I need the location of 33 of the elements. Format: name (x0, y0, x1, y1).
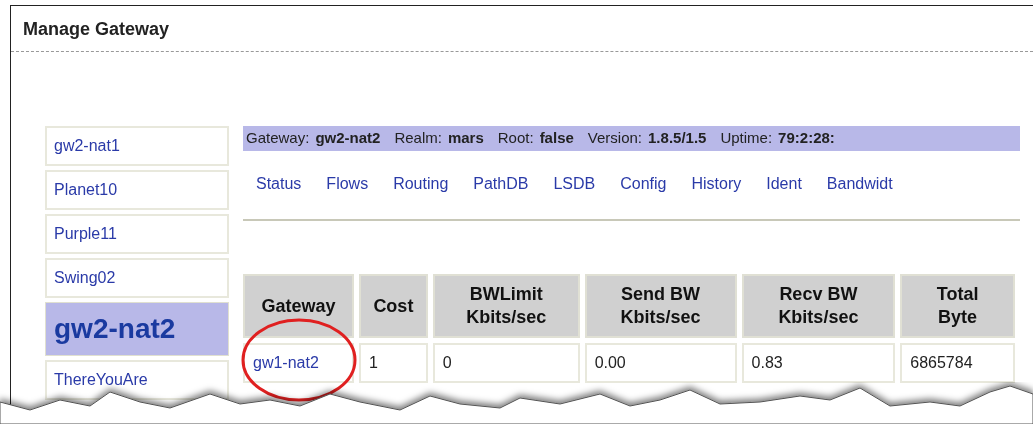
nav-link[interactable]: Routing (393, 172, 449, 196)
column-header: Recv BW Kbits/sec (741, 274, 896, 338)
info-field: Root: false (497, 127, 574, 150)
table-cell: 6865784 (900, 343, 1015, 383)
nav-link[interactable]: Flows (326, 172, 369, 196)
table-cell: 0 (432, 343, 580, 383)
info-field: Uptime: 79:2:28: (720, 127, 835, 150)
gateway-link[interactable]: Planet10 (45, 170, 229, 210)
column-header: Gateway (243, 274, 354, 338)
nav-link[interactable]: Bandwidt (826, 172, 893, 196)
nav-link[interactable]: Status (256, 172, 302, 196)
nav-link[interactable]: Ident (766, 172, 802, 196)
column-header: Total Byte (900, 274, 1015, 338)
info-field: Gateway: gw2-nat2 (246, 127, 381, 150)
column-header: Send BW Kbits/sec (584, 274, 737, 338)
column-header: Cost (358, 274, 428, 338)
info-field: Realm: mars (394, 127, 484, 150)
table-cell: 1 (358, 343, 428, 383)
table-cell: 0.83 (741, 343, 896, 383)
nav-link[interactable]: Config (620, 172, 667, 196)
gateway-link[interactable]: gw2-nat1 (45, 126, 229, 166)
gateway-link[interactable]: Purple11 (45, 214, 229, 254)
gateway-link[interactable]: Swing02 (45, 258, 229, 298)
window-title: Manage Gateway (23, 18, 170, 41)
info-field: Version: 1.8.5/1.5 (587, 127, 707, 150)
nav-link[interactable]: PathDB (473, 172, 529, 196)
table-cell: 0.00 (584, 343, 737, 383)
nav-link[interactable]: History (691, 172, 742, 196)
nav-link[interactable]: LSDB (553, 172, 596, 196)
gateway-link[interactable]: gw1-nat2 (243, 343, 354, 383)
column-header: BWLimit Kbits/sec (432, 274, 580, 338)
gateway-link[interactable]: gw2-nat2 (45, 302, 229, 356)
gateway-link[interactable]: ThereYouAre (45, 360, 229, 400)
